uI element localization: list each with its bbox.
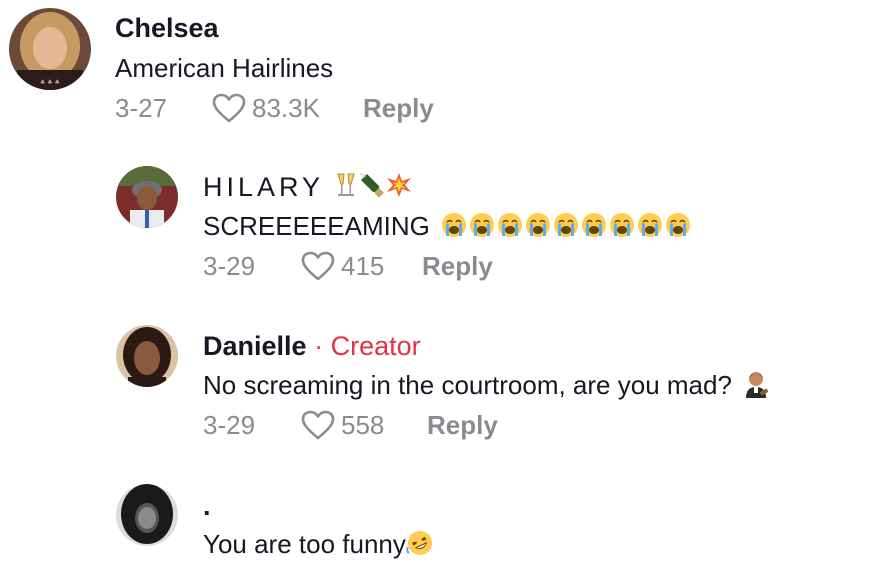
comment-dot: . You are too funny <box>0 0 884 568</box>
rolling-on-the-floor-laughing-icon <box>406 529 434 564</box>
avatar[interactable] <box>116 484 178 546</box>
comment-text-body: You are too funny <box>203 529 406 559</box>
comment-author[interactable]: . <box>203 490 211 522</box>
comment-text: You are too funny <box>203 528 434 564</box>
